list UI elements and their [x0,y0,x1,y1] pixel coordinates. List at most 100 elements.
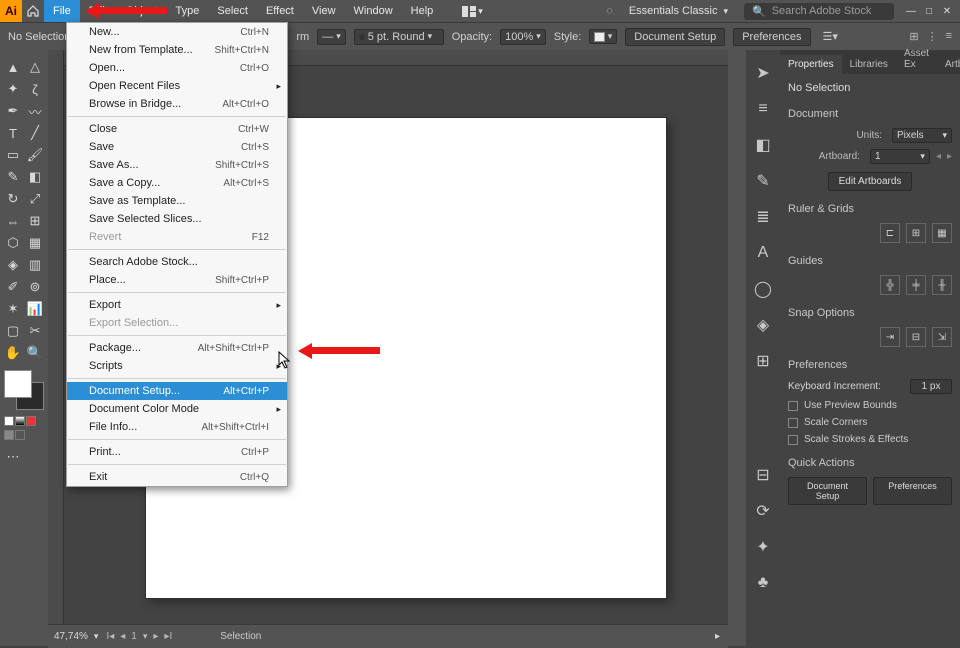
menu-effect[interactable]: Effect [257,0,303,22]
type-tool[interactable]: T [2,122,24,144]
artboard-dd-icon[interactable]: ▾ [141,631,150,642]
cursor-panel-icon[interactable]: ➤ [754,64,772,82]
brush-panel-icon[interactable]: ✎ [754,172,772,190]
doc-setup-button[interactable]: Document Setup [625,28,725,46]
edit-toolbar-button[interactable]: ⋯ [2,446,24,468]
align-to-icon[interactable]: ☰▾ [819,30,842,43]
menu-item-new-from-template[interactable]: New from Template...Shift+Ctrl+N [67,41,287,59]
status-more-icon[interactable]: ▸ [707,631,728,642]
menu-select[interactable]: Select [208,0,257,22]
blend-tool[interactable]: ⊚ [24,276,46,298]
right-dock-strip[interactable] [728,50,746,646]
qa-preferences-button[interactable]: Preferences [873,477,952,505]
close-button[interactable]: ✕ [940,4,954,18]
chk-scale-corners[interactable]: Scale Corners [788,417,952,428]
gradient-tool[interactable]: ▥ [24,254,46,276]
isolate-icon[interactable]: ⊞ [909,30,918,43]
free-transform-tool[interactable]: ⊞ [24,210,46,232]
shape-builder-tool[interactable]: ⬡ [2,232,24,254]
fill-stroke-swatches[interactable] [4,370,46,414]
color-mode-swatches[interactable] [4,416,36,426]
rectangle-tool[interactable]: ▭ [2,144,24,166]
links-panel-icon[interactable]: ⊟ [754,466,772,484]
arrange-docs-icon[interactable]: ▾ [456,6,489,17]
menu-help[interactable]: Help [402,0,443,22]
menu-item-save-as-template[interactable]: Save as Template... [67,192,287,210]
shaper-tool[interactable]: ✎ [2,166,24,188]
magic-wand-tool[interactable]: ✦ [2,78,24,100]
chk-preview-bounds[interactable]: Use Preview Bounds [788,400,952,411]
clubs-panel-icon[interactable]: ♣ [754,574,772,592]
menu-item-save-as[interactable]: Save As...Shift+Ctrl+S [67,156,287,174]
slice-tool[interactable]: ✂ [24,320,46,342]
fill-swatch[interactable] [4,370,32,398]
tab-properties[interactable]: Properties [780,55,842,74]
style-dd[interactable]: ▾ [589,29,617,44]
eyedropper-tool[interactable]: ✐ [2,276,24,298]
layers-panel-icon[interactable]: ≣ [754,208,772,226]
menu-item-save-a-copy[interactable]: Save a Copy...Alt+Ctrl+S [67,174,287,192]
guides-show-icon[interactable]: ╬ [880,275,900,295]
snap-pixel-icon[interactable]: ⇲ [932,327,952,347]
align-panel-icon[interactable]: ⊞ [754,352,772,370]
zoom-value[interactable]: 47,74% [48,631,94,642]
rotate-tool[interactable]: ↻ [2,188,24,210]
menu-item-close[interactable]: CloseCtrl+W [67,120,287,138]
artboard-tool[interactable]: ▢ [2,320,24,342]
menu-item-document-setup[interactable]: Document Setup...Alt+Ctrl+P [67,382,287,400]
opacity-dd[interactable]: 100%▾ [500,29,546,45]
brush-dd[interactable]: 5 pt. Round▾ [354,29,444,45]
menu-item-file-info[interactable]: File Info...Alt+Shift+Ctrl+I [67,418,287,436]
artboard-prev-icon[interactable]: ◂ [936,151,941,162]
direct-selection-tool[interactable]: △ [24,56,46,78]
mesh-tool[interactable]: ◈ [2,254,24,276]
pathfinder-panel-icon[interactable]: ◈ [754,316,772,334]
stroke-profile-dd[interactable]: —▾ [317,29,346,45]
first-artboard-icon[interactable]: I◂ [104,631,116,642]
eraser-tool[interactable]: ◧ [24,166,46,188]
menu-window[interactable]: Window [345,0,402,22]
screen-mode-swatches[interactable] [4,430,25,440]
smart-guides-icon[interactable]: ╫ [932,275,952,295]
zoom-tool[interactable]: 🔍 [24,342,46,364]
more-icon[interactable]: ⋮ [927,30,938,43]
width-tool[interactable]: ⇔ [2,210,24,232]
menu-item-search-adobe-stock[interactable]: Search Adobe Stock... [67,253,287,271]
line-tool[interactable]: ╱ [24,122,46,144]
transparency-grid-icon[interactable]: ▦ [932,223,952,243]
menu-type[interactable]: Type [167,0,209,22]
qa-doc-setup-button[interactable]: Document Setup [788,477,867,505]
paintbrush-tool[interactable]: 🖌 [24,144,46,166]
menu-file[interactable]: File [44,0,80,22]
keyboard-increment-input[interactable]: 1 px [910,379,952,394]
tab-asset-export[interactable]: Asset Ex [896,44,937,74]
sliders-panel-icon[interactable]: ≡ [754,100,772,118]
menu-item-open-recent-files[interactable]: Open Recent Files▸ [67,77,287,95]
menu-item-scripts[interactable]: Scripts▸ [67,357,287,375]
curvature-tool[interactable]: 〰 [24,100,46,122]
preferences-button[interactable]: Preferences [733,28,810,46]
hand-tool[interactable]: ✋ [2,342,24,364]
snap-grid-icon[interactable]: ⊟ [906,327,926,347]
type-panel-icon[interactable]: A [754,244,772,262]
pen-tool[interactable]: ✒ [2,100,24,122]
opacity-panel-icon[interactable]: ◯ [754,280,772,298]
menu-item-exit[interactable]: ExitCtrl+Q [67,468,287,486]
menu-item-browse-in-bridge[interactable]: Browse in Bridge...Alt+Ctrl+O [67,95,287,113]
menu-item-save[interactable]: SaveCtrl+S [67,138,287,156]
scale-tool[interactable]: ⤢ [24,188,46,210]
menu-item-document-color-mode[interactable]: Document Color Mode▸ [67,400,287,418]
next-artboard-icon[interactable]: ▸ [151,631,160,642]
ruler-icon[interactable]: ⊏ [880,223,900,243]
menu-item-save-selected-slices[interactable]: Save Selected Slices... [67,210,287,228]
artboard-next-icon[interactable]: ▸ [947,151,952,162]
perspective-grid-tool[interactable]: ▦ [24,232,46,254]
tab-libraries[interactable]: Libraries [842,55,896,74]
column-graph-tool[interactable]: 📊 [24,298,46,320]
symbol-sprayer-tool[interactable]: ✶ [2,298,24,320]
menu-item-place[interactable]: Place...Shift+Ctrl+P [67,271,287,289]
workspace-switcher[interactable]: Essentials Classic▾ [623,5,734,17]
tab-artboards[interactable]: Artboar [937,55,960,74]
artboard-dd[interactable]: 1▾ [870,149,930,164]
last-artboard-icon[interactable]: ▸I [162,631,174,642]
